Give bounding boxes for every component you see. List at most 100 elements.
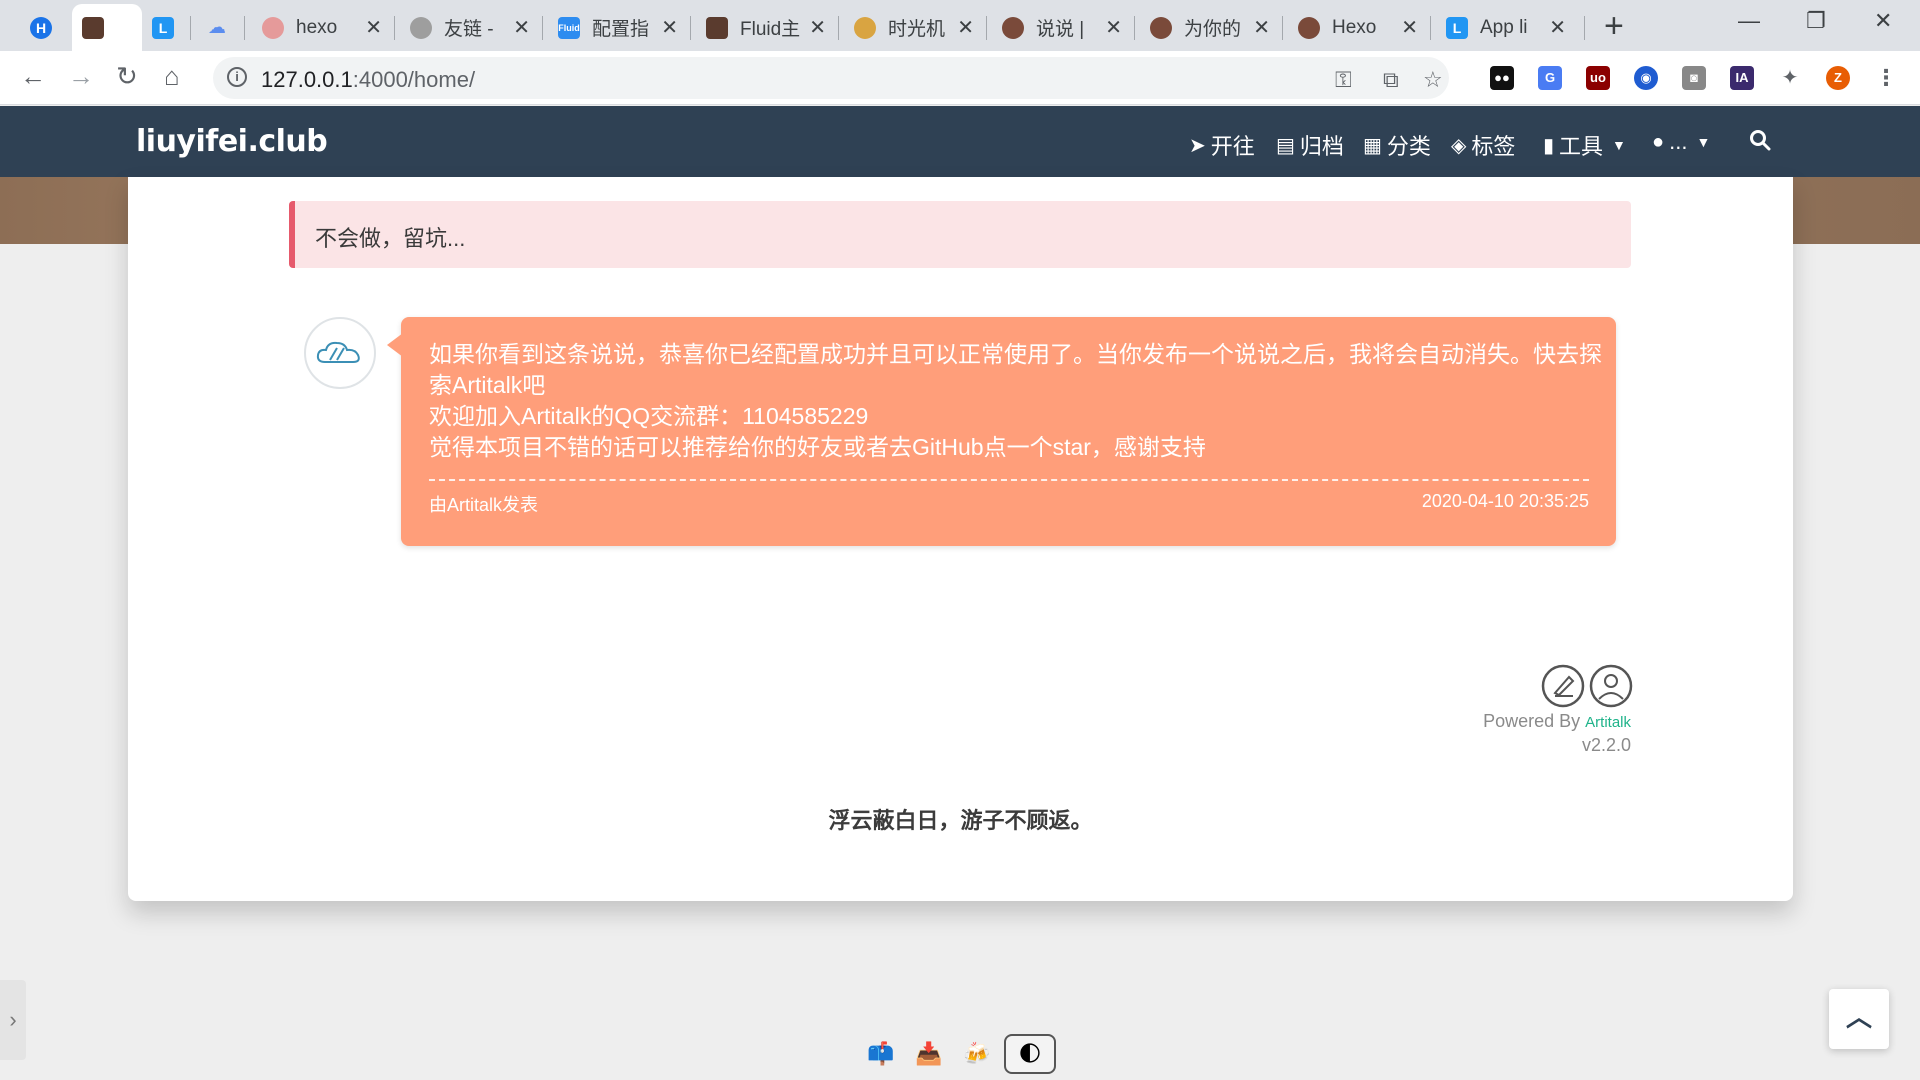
site-brand[interactable]: liuyifei.club	[136, 124, 328, 159]
theme-toggle-icon[interactable]: 🌓	[1004, 1034, 1056, 1074]
ia-icon[interactable]: IA	[1730, 66, 1754, 90]
fluid-icon: Fluid	[558, 16, 580, 39]
translate-icon[interactable]: G	[1538, 66, 1562, 90]
tab-title: 为你的	[1184, 19, 1242, 40]
close-tab-icon[interactable]: ✕	[1253, 15, 1270, 40]
tab-title: 时光机	[888, 19, 946, 40]
browser-tab[interactable]: Fluid主 ✕	[696, 4, 836, 51]
browser-tab-active[interactable]	[72, 4, 142, 51]
profile-avatar-icon[interactable]: Z	[1826, 66, 1850, 90]
browser-toolbar: ← → ↻ ⌂ i 127.0.0.1:4000/home/ ⚿ ⧉ ☆ ●● …	[0, 51, 1920, 105]
nav-item-go[interactable]: ➤ 开往	[1189, 129, 1255, 161]
close-tab-icon[interactable]: ✕	[365, 15, 382, 40]
avatar-girl-icon	[706, 16, 728, 39]
restore-icon[interactable]: ❐	[1806, 8, 1826, 34]
close-tab-icon[interactable]: ✕	[1105, 15, 1122, 40]
cloud-icon: ☁	[208, 17, 226, 37]
extension-dots-icon[interactable]: ●●	[1490, 66, 1514, 90]
tab-separator	[542, 16, 543, 40]
inbox-download-icon[interactable]: 📥	[912, 1037, 946, 1071]
bread-icon	[854, 16, 876, 39]
browser-tab[interactable]: hexo ✕	[252, 4, 392, 51]
key-icon[interactable]: ⚿	[1335, 67, 1352, 93]
browser-tab[interactable]: H	[20, 4, 66, 51]
content-board: 不会做，留坑... 如果你看到这条说说，恭喜你已经配置成功并且可以正常使用了。当…	[128, 177, 1793, 901]
menu-kebab-icon[interactable]: ⋮	[1874, 66, 1898, 90]
footer-motto: 浮云蔽白日，游子不顾返。	[828, 808, 1093, 833]
new-tab-button[interactable]: +	[1604, 9, 1624, 43]
site-navbar: liuyifei.club ➤ 开往 ▤ 归档 ▦ 分类 ◈ 标签 ▮ 工具 ▼…	[0, 106, 1920, 177]
nav-item-archive[interactable]: ▤ 归档	[1276, 129, 1344, 161]
close-tab-icon[interactable]: ✕	[957, 15, 974, 40]
beer-icon[interactable]: 🍻	[960, 1037, 994, 1071]
nav-item-user[interactable]: ● ... ▼	[1652, 129, 1710, 155]
search-glyph	[1750, 130, 1771, 151]
tab-title: 配置指	[592, 19, 650, 40]
url-text[interactable]: 127.0.0.1:4000/home/	[261, 67, 475, 93]
back-to-top-button[interactable]: ︿	[1829, 989, 1889, 1049]
tab-separator	[838, 16, 839, 40]
minimize-icon[interactable]: —	[1738, 8, 1760, 34]
nav-item-label: 工具	[1559, 134, 1604, 159]
talk-line: 索Artitalk吧	[429, 372, 546, 398]
nav-item-tags[interactable]: ◈ 标签	[1451, 129, 1515, 161]
artitalk-avatar	[304, 317, 376, 389]
tab-separator	[690, 16, 691, 40]
close-tab-icon[interactable]: ✕	[809, 15, 826, 40]
close-tab-icon[interactable]: ✕	[1401, 15, 1418, 40]
version-label: v2.2.0	[1581, 735, 1631, 755]
nav-item-categories[interactable]: ▦ 分类	[1363, 129, 1431, 161]
address-bar[interactable]: i 127.0.0.1:4000/home/ ⚿ ⧉ ☆	[213, 57, 1449, 99]
site-info-icon[interactable]: i	[227, 67, 247, 87]
camera-icon[interactable]: ◙	[1682, 66, 1706, 90]
dog-avatar-icon	[1002, 16, 1024, 39]
back-icon[interactable]: ←	[20, 61, 46, 91]
bar-chart-icon: ▮	[1543, 134, 1555, 157]
sidebar-toggle-button[interactable]: ›	[0, 980, 26, 1060]
browser-tab[interactable]: 友链 - ✕	[400, 4, 540, 51]
browser-tab[interactable]: L	[142, 4, 188, 51]
extension-github-icon[interactable]: ◉	[1634, 66, 1658, 90]
browser-tab[interactable]: 说说 | ✕	[992, 4, 1132, 51]
ublock-icon[interactable]: uo	[1586, 66, 1610, 90]
talk-source: 由Artitalk发表	[429, 495, 539, 515]
talk-divider	[429, 479, 1589, 481]
close-window-icon[interactable]: ✕	[1874, 8, 1892, 34]
close-tab-icon[interactable]: ✕	[513, 15, 530, 40]
bookmark-star-icon[interactable]: ☆	[1423, 67, 1443, 93]
hamster-icon	[410, 16, 432, 39]
reload-icon[interactable]: ↻	[116, 61, 138, 91]
browser-tab[interactable]: 时光机 ✕	[844, 4, 984, 51]
url-path: :4000/home/	[352, 67, 476, 92]
puzzle-icon[interactable]: ✦	[1778, 66, 1802, 90]
mailbox-icon[interactable]: 📫	[864, 1037, 898, 1071]
paper-plane-icon: ➤	[1189, 134, 1206, 157]
home-icon[interactable]: ⌂	[164, 61, 180, 91]
cloud-logo-icon	[316, 341, 360, 363]
tab-separator	[986, 16, 987, 40]
h-badge-icon: H	[30, 16, 52, 39]
tab-separator	[394, 16, 395, 40]
tab-title: 友链 -	[444, 19, 494, 40]
dog-avatar-icon	[1298, 16, 1320, 39]
avatar-girl-icon	[82, 16, 104, 39]
open-external-icon[interactable]: ⧉	[1383, 67, 1399, 93]
nav-item-tools[interactable]: ▮ 工具 ▼	[1543, 129, 1626, 161]
artitalk-link[interactable]: Artitalk	[1585, 714, 1631, 731]
browser-tab[interactable]: L App li ✕	[1436, 4, 1576, 51]
nav-item-label: ...	[1669, 129, 1688, 154]
browser-tab[interactable]: Hexo ✕	[1288, 4, 1428, 51]
browser-tab[interactable]: ☁	[196, 4, 242, 51]
search-icon[interactable]	[1749, 129, 1771, 151]
tab-separator	[1430, 16, 1431, 40]
forward-icon[interactable]: →	[68, 61, 94, 91]
tags-icon: ◈	[1451, 134, 1467, 157]
browser-tab[interactable]: 为你的 ✕	[1140, 4, 1280, 51]
close-tab-icon[interactable]: ✕	[1549, 15, 1566, 40]
browser-tab-strip: H L ☁ hexo ✕ 友链 - ✕ Fluid 配置指 ✕ Fluid主 ✕…	[0, 0, 1920, 51]
powered-prefix: Powered By	[1483, 711, 1586, 731]
close-tab-icon[interactable]: ✕	[661, 15, 678, 40]
browser-tab[interactable]: Fluid 配置指 ✕	[548, 4, 688, 51]
notice-box: 不会做，留坑...	[289, 201, 1631, 268]
dog-avatar-icon	[1150, 16, 1172, 39]
